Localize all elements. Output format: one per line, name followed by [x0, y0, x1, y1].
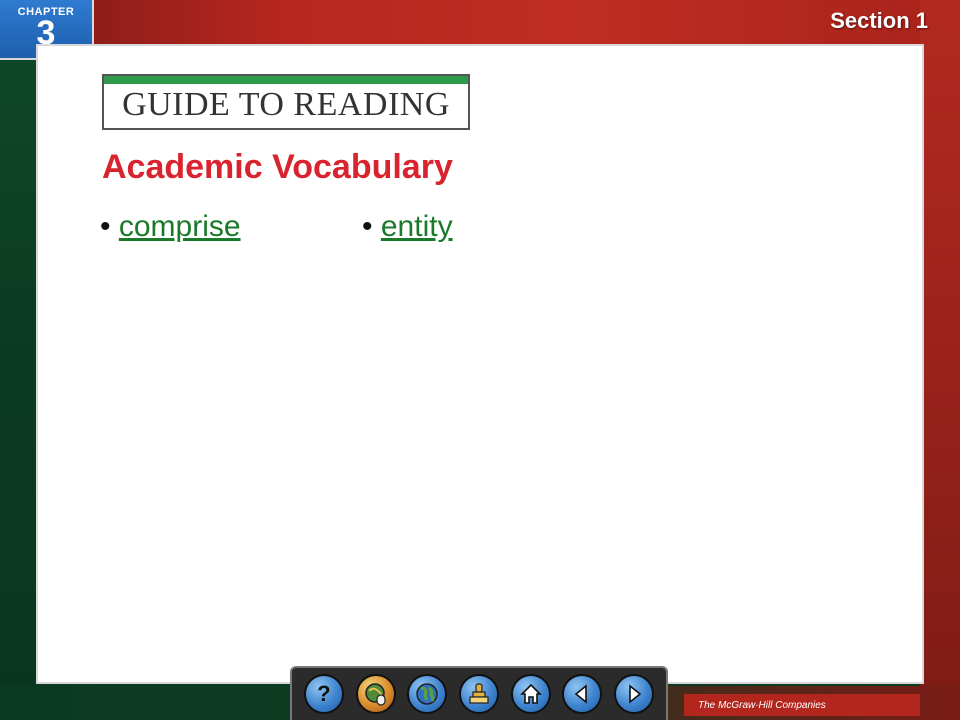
bullet: •: [362, 210, 373, 243]
vocab-link-entity[interactable]: entity: [381, 210, 453, 243]
maps-button[interactable]: [407, 674, 448, 714]
guide-to-reading-banner: GUIDE TO READING: [102, 74, 470, 130]
next-button[interactable]: [614, 674, 655, 714]
content-panel: [36, 44, 924, 684]
globe-icon: [416, 683, 438, 705]
home-icon: [519, 683, 542, 704]
banner-text: GUIDE TO READING: [122, 86, 450, 123]
arrow-left-icon: [575, 684, 588, 704]
banner-strip: [104, 76, 468, 84]
navigation-bar: ?: [290, 666, 668, 720]
previous-button[interactable]: [562, 674, 603, 714]
vocab-item-comprise: • comprise: [100, 210, 241, 244]
vocab-item-entity: • entity: [362, 210, 453, 244]
stamp-icon: [469, 683, 489, 704]
page-title: Academic Vocabulary: [102, 148, 453, 186]
arrow-right-icon: [629, 684, 642, 704]
globe-mouse-icon: [364, 683, 386, 706]
help-button[interactable]: ?: [303, 674, 344, 714]
background-left: [0, 0, 40, 720]
background-right: [920, 0, 960, 720]
section-label: Section 1: [830, 8, 928, 33]
home-button[interactable]: [510, 674, 551, 714]
help-icon: ?: [317, 681, 331, 706]
vocab-link-comprise[interactable]: comprise: [119, 210, 241, 243]
publisher-logo: The McGraw·Hill Companies: [684, 694, 920, 716]
resources-button[interactable]: [355, 674, 396, 714]
bullet: •: [100, 210, 111, 243]
background-top: [0, 0, 960, 46]
stamp-button[interactable]: [458, 674, 499, 714]
